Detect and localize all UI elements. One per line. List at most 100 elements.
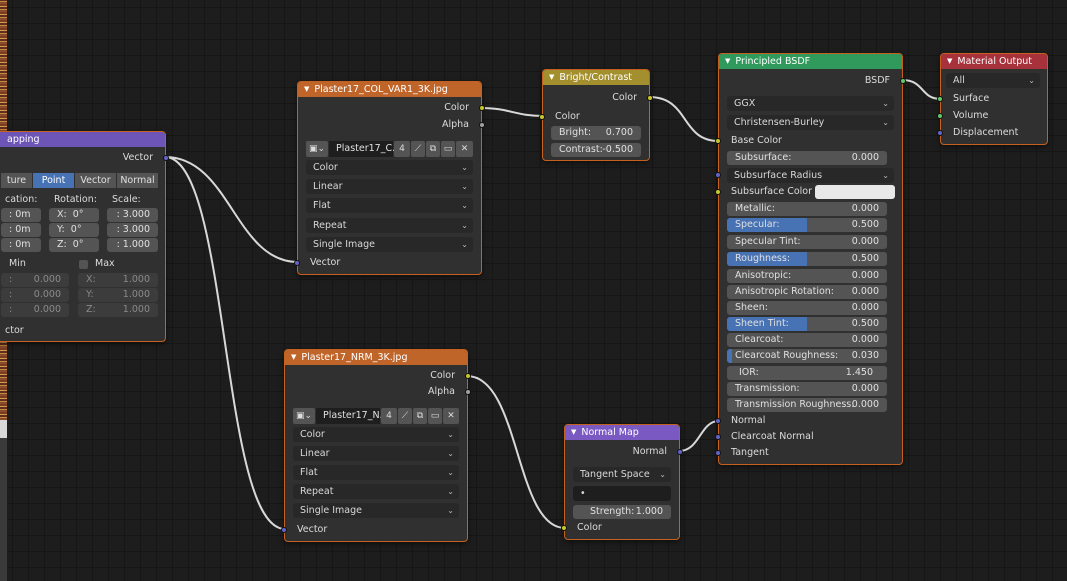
bright-field[interactable]: Bright: 0.700 (551, 126, 641, 140)
material-output-node[interactable]: ▼ Material Output All ⌄ Surface Volume Dis… (937, 53, 1048, 145)
anisotropic-rotation-field[interactable]: Anisotropic Rotation: 0.000 (727, 285, 887, 299)
interpolation-dropdown[interactable]: Linear ⌄ (306, 179, 473, 194)
subsurface-method-dropdown[interactable]: Christensen-Burley ⌄ (727, 115, 894, 130)
unlink-icon[interactable]: ✕ (443, 408, 459, 424)
image-col-header[interactable]: ▼ Plaster17_COL_VAR1_3K.jpg (298, 82, 481, 97)
location-x-field[interactable]: : 0m (1, 208, 41, 222)
scale-z-field[interactable]: : 1.000 (107, 238, 158, 252)
mapping-node-header[interactable]: apping (0, 132, 165, 147)
specular-tint-field[interactable]: Specular Tint: 0.000 (727, 235, 887, 249)
input-color-socket[interactable] (539, 114, 545, 120)
transmission-field[interactable]: Transmission: 0.000 (727, 382, 887, 396)
displacement-socket[interactable] (937, 130, 943, 136)
collapse-icon[interactable]: ▼ (571, 425, 576, 440)
projection-dropdown[interactable]: Flat ⌄ (306, 198, 473, 213)
scale-x-field[interactable]: : 3.000 (107, 208, 158, 222)
principled-bsdf-node[interactable]: ▼ Principled BSDF BSDF GGX ⌄ Christensen-B… (715, 53, 906, 465)
image-users-count[interactable]: 4 (381, 408, 397, 424)
output-color-socket[interactable] (647, 95, 653, 101)
input-color-socket[interactable] (561, 525, 567, 531)
min-x-field[interactable]: :0.000 (1, 273, 69, 287)
image-name-field[interactable]: Plaster17_N.. (316, 408, 386, 424)
image-users-count[interactable]: 4 (394, 141, 410, 157)
output-color-socket[interactable] (465, 373, 471, 379)
transmission-roughness-field[interactable]: Transmission Roughness: 0.000 (727, 398, 887, 412)
duplicate-icon[interactable]: ⧉ (413, 408, 427, 424)
rotation-z-field[interactable]: Z: 0° (49, 238, 99, 252)
normal-map-header[interactable]: ▼ Normal Map (565, 425, 679, 440)
input-vector-socket[interactable] (281, 527, 287, 533)
image-browse-icon[interactable]: ▣⌄ (306, 141, 328, 157)
color-space-dropdown[interactable]: Color ⌄ (293, 427, 459, 442)
rotation-y-field[interactable]: Y: 0° (49, 223, 99, 237)
node-editor-canvas[interactable] (7, 0, 1067, 581)
open-folder-icon[interactable]: ▭ (428, 408, 442, 424)
subsurface-radius-dropdown[interactable]: Subsurface Radius ⌄ (715, 168, 894, 183)
scale-y-field[interactable]: : 3.000 (107, 223, 158, 237)
collapse-icon[interactable]: ▼ (725, 54, 730, 69)
extension-dropdown[interactable]: Repeat ⌄ (293, 484, 459, 499)
image-texture-nrm-node[interactable]: ▼ Plaster17_NRM_3K.jpg Color Alpha ▣⌄ Pla… (281, 349, 471, 542)
tab-texture[interactable]: ture (1, 173, 32, 188)
mapping-node[interactable]: apping Vector ture Point Vector Normal c… (0, 131, 169, 342)
interpolation-dropdown[interactable]: Linear ⌄ (293, 446, 459, 461)
location-z-field[interactable]: : 0m (1, 238, 41, 252)
max-x-field[interactable]: X: 1.000 (78, 273, 158, 287)
bright-contrast-header[interactable]: ▼ Bright/Contrast (543, 70, 649, 85)
max-checkbox[interactable] (79, 260, 88, 269)
location-y-field[interactable]: : 0m (1, 223, 41, 237)
base-color-socket[interactable] (715, 138, 721, 144)
normal-socket[interactable] (715, 418, 721, 424)
source-dropdown[interactable]: Single Image ⌄ (306, 237, 473, 252)
normal-map-node[interactable]: ▼ Normal Map Normal Tangent Space ⌄ • Stre… (561, 424, 683, 540)
tab-vector[interactable]: Vector (75, 173, 116, 188)
output-normal-socket[interactable] (677, 449, 683, 455)
subsurface-color-socket[interactable] (715, 189, 721, 195)
open-folder-icon[interactable]: ▭ (441, 141, 455, 157)
roughness-field[interactable]: Roughness: 0.500 (727, 252, 887, 266)
subsurface-field[interactable]: Subsurface: 0.000 (727, 151, 887, 165)
duplicate-icon[interactable]: ⧉ (426, 141, 440, 157)
output-alpha-socket[interactable] (465, 389, 471, 395)
clearcoat-field[interactable]: Clearcoat: 0.000 (727, 333, 887, 347)
principled-header[interactable]: ▼ Principled BSDF (719, 54, 902, 69)
min-checkbox-label[interactable]: Min (9, 258, 26, 269)
color-space-dropdown[interactable]: Color ⌄ (306, 160, 473, 175)
bright-contrast-node[interactable]: ▼ Bright/Contrast Color Color Bright: 0.70… (539, 69, 653, 161)
min-z-field[interactable]: :0.000 (1, 303, 69, 317)
surface-socket[interactable] (937, 96, 943, 102)
material-output-header[interactable]: ▼ Material Output (941, 54, 1047, 69)
collapse-icon[interactable]: ▼ (304, 82, 309, 97)
collapse-icon[interactable]: ▼ (947, 54, 952, 69)
volume-socket[interactable] (937, 113, 943, 119)
specular-field[interactable]: Specular: 0.500 (727, 218, 887, 232)
clearcoat-roughness-field[interactable]: Clearcoat Roughness: 0.030 (727, 349, 887, 363)
input-vector-socket[interactable] (294, 260, 300, 266)
collapse-icon[interactable]: ▼ (549, 70, 554, 85)
sheen-field[interactable]: Sheen: 0.000 (727, 301, 887, 315)
collapse-icon[interactable]: ▼ (291, 350, 296, 365)
sheen-tint-field[interactable]: Sheen Tint: 0.500 (727, 317, 887, 331)
min-y-field[interactable]: :0.000 (1, 288, 69, 302)
image-nrm-header[interactable]: ▼ Plaster17_NRM_3K.jpg (285, 350, 467, 365)
clearcoat-normal-socket[interactable] (715, 434, 721, 440)
source-dropdown[interactable]: Single Image ⌄ (293, 503, 459, 518)
tangent-socket[interactable] (715, 450, 721, 456)
fake-user-icon[interactable]: ⟋ (411, 141, 425, 157)
image-texture-col-node[interactable]: ▼ Plaster17_COL_VAR1_3K.jpg Color Alpha ▣… (294, 81, 485, 275)
projection-dropdown[interactable]: Flat ⌄ (293, 465, 459, 480)
output-alpha-socket[interactable] (479, 122, 485, 128)
tab-point[interactable]: Point (33, 173, 74, 188)
extension-dropdown[interactable]: Repeat ⌄ (306, 218, 473, 233)
rotation-x-field[interactable]: X: 0° (49, 208, 99, 222)
output-color-socket[interactable] (479, 105, 485, 111)
strength-field[interactable]: Strength: 1.000 (573, 505, 671, 519)
unlink-icon[interactable]: ✕ (456, 141, 473, 157)
output-bsdf-socket[interactable] (900, 78, 906, 84)
subsurface-radius-socket[interactable] (715, 172, 721, 178)
max-checkbox-label[interactable]: Max (95, 258, 115, 269)
anisotropic-field[interactable]: Anisotropic: 0.000 (727, 269, 887, 283)
output-vector-socket[interactable] (163, 155, 169, 161)
uv-map-field[interactable]: • (573, 486, 671, 501)
tab-normal[interactable]: Normal (117, 173, 158, 188)
